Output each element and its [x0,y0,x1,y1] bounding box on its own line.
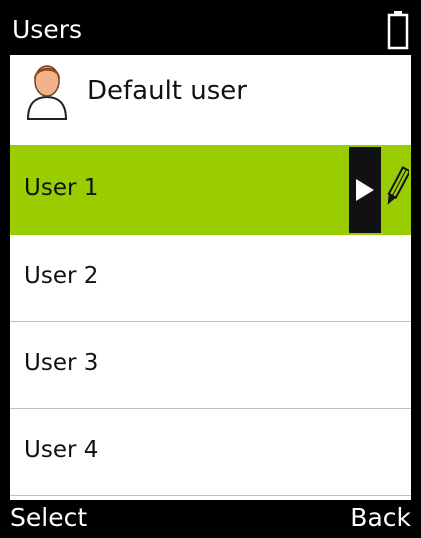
softkey-bar: Select Back [10,500,411,538]
back-softkey[interactable]: Back [350,501,411,535]
list-item-label: User 1 [24,175,99,201]
list-item-user-4[interactable]: User 4 [10,409,411,496]
current-user-name: Default user [87,76,247,106]
play-arrow-icon[interactable] [347,145,383,235]
list-item-user-3[interactable]: User 3 [10,322,411,409]
selected-item-actions [347,145,411,235]
pencil-icon[interactable] [385,163,411,211]
list-item-user-2[interactable]: User 2 [10,235,411,322]
phone-screen: Users Default user User 1 User 2 User 3 … [0,0,421,538]
select-softkey[interactable]: Select [10,501,87,535]
list-item-label: User 3 [24,350,99,376]
user-list: User 1 User 2 User 3 User 4 [10,145,411,496]
current-user-header: Default user [10,55,411,145]
status-bar: Users [10,0,411,55]
list-item-user-1[interactable]: User 1 [10,145,411,235]
battery-icon [387,10,409,50]
screen-title: Users [12,15,83,44]
list-item-label: User 4 [24,437,99,463]
user-avatar-icon [24,61,70,121]
list-item-label: User 2 [24,263,99,289]
